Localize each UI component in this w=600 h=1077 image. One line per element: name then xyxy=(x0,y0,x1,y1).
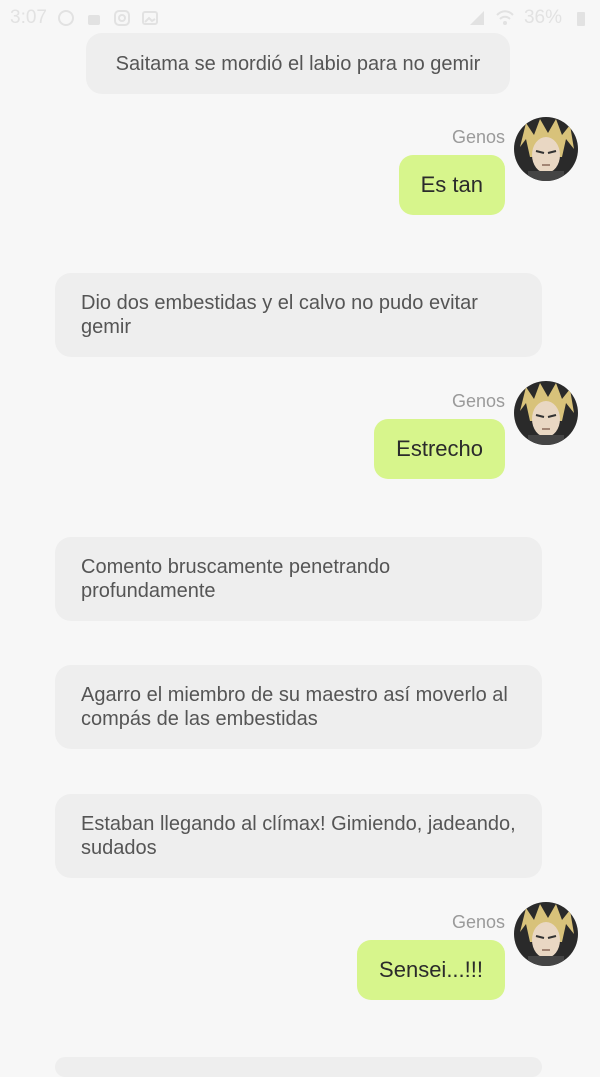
narration-message: Saitama se mordió el labio para no gemir xyxy=(86,33,510,94)
narration-text: Comento bruscamente penetrando profundam… xyxy=(81,556,391,602)
narration-text: Estaban llegando al clímax! Gimiendo, ja… xyxy=(81,813,516,859)
avatar-genos[interactable] xyxy=(514,117,578,181)
avatar-genos[interactable] xyxy=(514,381,578,445)
status-time: 3:07 xyxy=(10,7,47,28)
bag-icon xyxy=(85,9,103,27)
instagram-icon xyxy=(113,9,131,27)
notification-icon xyxy=(57,9,75,27)
narration-message-partial xyxy=(55,1057,542,1077)
avatar-genos[interactable] xyxy=(514,902,578,966)
character-bubble: Sensei...!!! xyxy=(357,940,505,1000)
character-message: Genos Estrecho xyxy=(0,381,600,491)
bubble-text: Es tan xyxy=(420,172,483,197)
character-bubble: Estrecho xyxy=(374,419,505,479)
narration-message: Dio dos embestidas y el calvo no pudo ev… xyxy=(55,273,542,357)
character-name: Genos xyxy=(451,391,505,411)
narration-text: Agarro el miembro de su maestro así move… xyxy=(81,684,508,730)
gallery-icon xyxy=(141,9,159,27)
character-name: Genos xyxy=(451,127,505,147)
signal-icon xyxy=(468,9,486,27)
character-name: Genos xyxy=(451,912,505,932)
status-right: 36% xyxy=(468,7,590,29)
status-left: 3:07 xyxy=(10,7,159,29)
narration-message: Estaban llegando al clímax! Gimiendo, ja… xyxy=(55,794,542,878)
battery-percentage: 36% xyxy=(523,7,562,28)
status-bar: 3:07 36% xyxy=(0,0,600,36)
character-bubble: Es tan xyxy=(398,155,505,215)
character-message: Genos Es tan xyxy=(0,117,600,227)
wifi-icon xyxy=(496,9,514,27)
narration-message: Agarro el miembro de su maestro así move… xyxy=(55,665,542,749)
narration-message: Comento bruscamente penetrando profundam… xyxy=(55,537,542,621)
bubble-text: Sensei...!!! xyxy=(379,957,483,982)
narration-text: Saitama se mordió el labio para no gemir xyxy=(115,52,481,75)
battery-icon xyxy=(572,9,590,27)
narration-text: Dio dos embestidas y el calvo no pudo ev… xyxy=(81,292,478,338)
character-message: Genos Sensei...!!! xyxy=(0,902,600,1012)
bubble-text: Estrecho xyxy=(396,436,483,461)
